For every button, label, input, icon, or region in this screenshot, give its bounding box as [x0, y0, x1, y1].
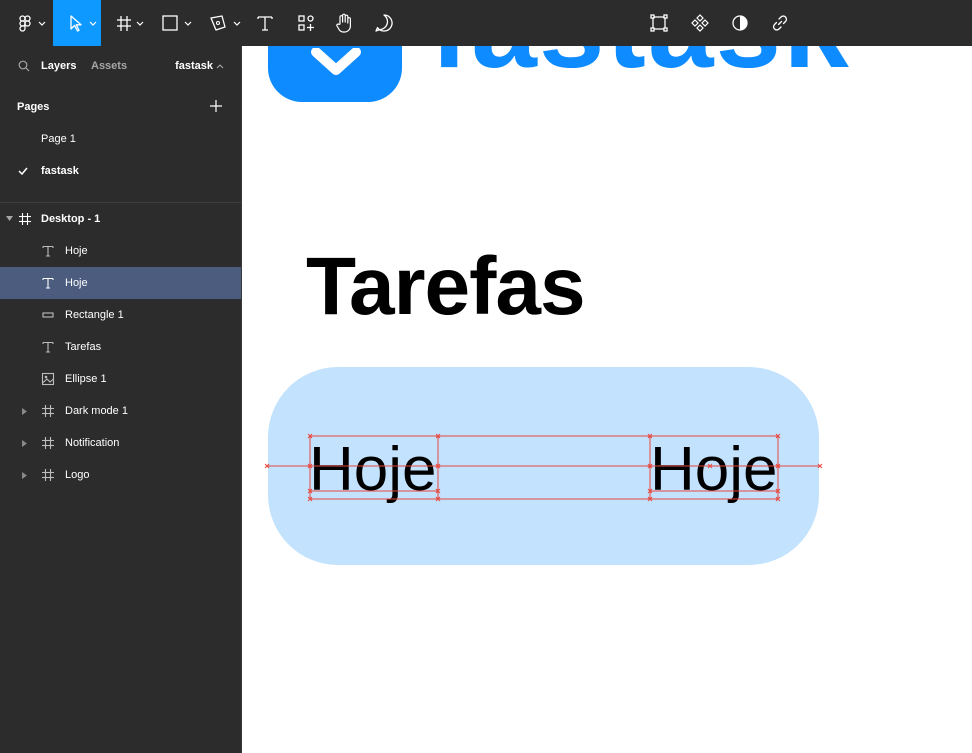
layer-hoje-1[interactable]: Hoje: [0, 235, 241, 267]
frame-icon: [42, 437, 54, 449]
tab-assets[interactable]: Assets: [91, 60, 127, 72]
layer-label: Rectangle 1: [65, 309, 124, 321]
resources-tool-button[interactable]: [290, 0, 322, 46]
link-icon: [772, 15, 788, 31]
layer-rectangle-1[interactable]: Rectangle 1: [0, 299, 241, 331]
hand-icon: [336, 13, 351, 33]
layer-notification[interactable]: Notification: [0, 427, 241, 459]
frame-icon: [117, 16, 144, 31]
rectangle-icon: [42, 312, 54, 318]
layer-tarefas[interactable]: Tarefas: [0, 331, 241, 363]
instance-icon: [691, 14, 709, 32]
layer-label: Tarefas: [65, 341, 102, 353]
layer-label: Ellipse 1: [65, 373, 107, 385]
toolbar: [0, 0, 972, 46]
layer-desktop-1[interactable]: Desktop - 1: [0, 203, 241, 235]
layer-logo[interactable]: Logo: [0, 459, 241, 491]
search-icon[interactable]: [18, 60, 30, 72]
frame-icon: [42, 469, 54, 481]
cursor-icon: [70, 15, 97, 32]
text-icon: [42, 245, 54, 257]
pen-icon: [210, 15, 241, 31]
text-icon: [42, 277, 54, 289]
frame-tool-button[interactable]: [104, 0, 150, 46]
instance-button[interactable]: [685, 0, 715, 46]
chevron-up-icon[interactable]: [216, 63, 224, 69]
component-icon: [650, 14, 668, 32]
pages-title: Pages: [17, 101, 50, 113]
figma-logo-icon: [19, 15, 46, 32]
layers-sidebar: Layers Assets fastask Pages Page 1 fasta…: [0, 46, 242, 753]
tab-layers[interactable]: Layers: [41, 60, 76, 72]
hand-tool-button[interactable]: [328, 0, 362, 46]
component-button[interactable]: [644, 0, 674, 46]
frame-icon: [19, 213, 31, 225]
main-menu-button[interactable]: [0, 0, 52, 46]
chevron-down-icon: [38, 21, 46, 26]
layer-label: Logo: [65, 469, 90, 481]
add-page-icon[interactable]: [210, 100, 222, 112]
shape-tool-button[interactable]: [152, 0, 198, 46]
page-item-page-1[interactable]: Page 1: [0, 123, 241, 155]
layer-label: Hoje: [65, 245, 88, 257]
caret-right-icon[interactable]: [22, 408, 27, 415]
layer-label: Notification: [65, 437, 120, 449]
text-tool-button[interactable]: [248, 0, 282, 46]
image-icon: [41, 372, 55, 386]
move-tool-button[interactable]: [53, 0, 101, 46]
caret-right-icon[interactable]: [22, 440, 27, 447]
checkmark-icon: [18, 167, 28, 175]
pen-tool-button[interactable]: [200, 0, 246, 46]
layer-label: Dark mode 1: [65, 405, 128, 417]
page-item-label: Page 1: [41, 133, 76, 145]
page-item-fastask[interactable]: fastask: [0, 155, 241, 187]
text-icon: [42, 341, 54, 353]
text-icon: [257, 16, 273, 31]
sidebar-tabs: Layers Assets fastask: [0, 46, 241, 86]
frame-icon: [42, 405, 54, 417]
rectangle-icon: [162, 15, 192, 31]
caret-down-icon[interactable]: [6, 216, 13, 222]
layer-label: Desktop - 1: [41, 213, 101, 225]
layer-hoje-2[interactable]: Hoje: [0, 267, 241, 299]
contrast-button[interactable]: [725, 0, 755, 46]
file-name-dropdown[interactable]: fastask: [175, 60, 213, 72]
page-item-label: fastask: [41, 165, 79, 177]
measurement-guides: [264, 433, 823, 502]
comment-icon: [375, 14, 393, 32]
comment-tool-button[interactable]: [368, 0, 400, 46]
layer-label: Hoje: [65, 277, 88, 289]
caret-right-icon[interactable]: [22, 472, 27, 479]
design-canvas[interactable]: fastask Tarefas Hoje Hoje: [242, 46, 972, 753]
layer-ellipse-1[interactable]: Ellipse 1: [0, 363, 241, 395]
layer-dark-mode-1[interactable]: Dark mode 1: [0, 395, 241, 427]
contrast-icon: [732, 15, 748, 31]
resources-icon: [298, 15, 314, 31]
link-button[interactable]: [765, 0, 795, 46]
